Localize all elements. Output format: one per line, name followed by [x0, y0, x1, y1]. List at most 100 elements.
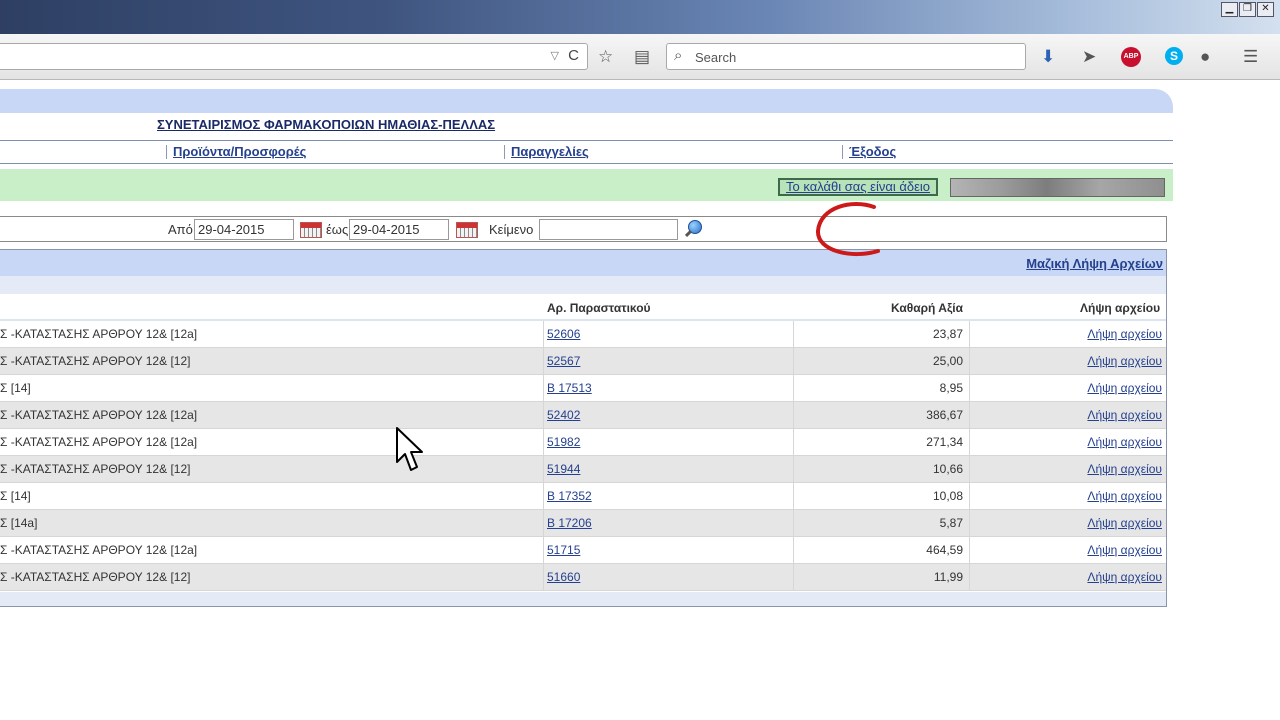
search-icon: ⌕ [674, 47, 683, 64]
calendar-icon[interactable] [456, 222, 478, 238]
doc-number-link[interactable]: 51715 [547, 543, 580, 557]
table-row: Σ [14] Β 17352 10,08 Λήψη αρχείου [0, 483, 1166, 510]
cell-divider [969, 402, 970, 429]
search-placeholder: Search [695, 50, 737, 65]
download-file-link[interactable]: Λήψη αρχείου [1087, 489, 1162, 503]
table-row: Σ [14] Β 17513 8,95 Λήψη αρχείου [0, 375, 1166, 402]
download-file-link[interactable]: Λήψη αρχείου [1087, 435, 1162, 449]
header-band [0, 89, 1173, 113]
table-row: Σ -ΚΑΤΑΣΤΑΣΗΣ ΑΡΘΡΟΥ 12& [12] 51660 11,9… [0, 564, 1166, 591]
download-file-link[interactable]: Λήψη αρχείου [1087, 354, 1162, 368]
download-file-link[interactable]: Λήψη αρχείου [1087, 516, 1162, 530]
net-value: 8,95 [939, 381, 963, 395]
download-file-link[interactable]: Λήψη αρχείου [1087, 570, 1162, 584]
net-value: 5,87 [939, 516, 963, 530]
cart-button[interactable]: Το καλάθι σας είναι άδειο [778, 178, 939, 196]
calendar-icon[interactable] [300, 222, 322, 238]
cell-divider [969, 375, 970, 402]
url-bar[interactable]: ▽ C [0, 43, 588, 70]
doc-number-link[interactable]: 52567 [547, 354, 580, 368]
minimize-button[interactable]: ▁ [1221, 2, 1238, 17]
net-value: 271,34 [926, 435, 963, 449]
text-search-input[interactable] [539, 219, 678, 240]
close-button[interactable]: ✕ [1257, 2, 1274, 17]
row-description: Σ [14] [0, 489, 31, 503]
doc-number-link[interactable]: Β 17513 [547, 381, 592, 395]
doc-number-link[interactable]: 51944 [547, 462, 580, 476]
mass-download-link[interactable]: Μαζική Λήψη Αρχείων [1026, 256, 1163, 271]
cell-divider [543, 510, 544, 537]
cell-divider [543, 429, 544, 456]
from-label: Από [168, 222, 193, 237]
cell-divider [543, 456, 544, 483]
search-go-icon[interactable] [684, 220, 703, 238]
window-controls: ▁ ❐ ✕ [1221, 2, 1274, 17]
net-value: 386,67 [926, 408, 963, 422]
doc-number-link[interactable]: 52402 [547, 408, 580, 422]
star-icon[interactable]: ☆ [598, 47, 613, 67]
row-description: Σ -ΚΑΤΑΣΤΑΣΗΣ ΑΡΘΡΟΥ 12& [12a] [0, 327, 198, 341]
doc-number-link[interactable]: Β 17352 [547, 489, 592, 503]
url-history-dropdown-icon[interactable]: ▽ [551, 49, 559, 62]
mouse-cursor-icon [396, 427, 423, 471]
cell-divider [969, 456, 970, 483]
row-description: Σ -ΚΑΤΑΣΤΑΣΗΣ ΑΡΘΡΟΥ 12& [12] [0, 462, 191, 476]
adblock-icon[interactable]: ABP [1121, 47, 1141, 67]
cell-divider [969, 510, 970, 537]
download-file-link[interactable]: Λήψη αρχείου [1087, 381, 1162, 395]
doc-number-link[interactable]: 51982 [547, 435, 580, 449]
skype-icon[interactable]: S [1165, 47, 1183, 65]
menu-products[interactable]: Προϊόντα/Προσφορές [173, 144, 306, 159]
menu-icon[interactable]: ☰ [1243, 47, 1258, 67]
org-title[interactable]: ΣΥΝΕΤΑΙΡΙΣΜΟΣ ΦΑΡΜΑΚΟΠΟΙΩΝ ΗΜΑΘΙΑΣ-ΠΕΛΛΑ… [157, 117, 495, 132]
row-description: Σ -ΚΑΤΑΣΤΑΣΗΣ ΑΡΘΡΟΥ 12& [12] [0, 354, 191, 368]
table-subheader [0, 276, 1166, 294]
cart-bar: Το καλάθι σας είναι άδειο [0, 169, 1173, 201]
cell-divider [969, 537, 970, 564]
cell-divider [969, 429, 970, 456]
row-description: Σ -ΚΑΤΑΣΤΑΣΗΣ ΑΡΘΡΟΥ 12& [12a] [0, 543, 198, 557]
download-file-link[interactable]: Λήψη αρχείου [1087, 543, 1162, 557]
from-date-input[interactable] [194, 219, 294, 240]
cell-divider [793, 321, 794, 348]
menu-separator [504, 145, 505, 159]
table-footer [0, 592, 1166, 606]
cell-divider [543, 564, 544, 591]
cell-divider [793, 510, 794, 537]
download-icon[interactable]: ⬇ [1041, 47, 1055, 67]
cell-divider [969, 483, 970, 510]
chat-icon[interactable]: ● [1200, 47, 1210, 67]
net-value: 464,59 [926, 543, 963, 557]
restore-button[interactable]: ❐ [1239, 2, 1256, 17]
documents-table: Μαζική Λήψη Αρχείων Αρ. Παραστατικού Καθ… [0, 249, 1167, 607]
table-row: Σ -ΚΑΤΑΣΤΑΣΗΣ ΑΡΘΡΟΥ 12& [12a] 51715 464… [0, 537, 1166, 564]
cell-divider [543, 375, 544, 402]
menu-logout[interactable]: Έξοδος [849, 144, 896, 159]
row-description: Σ [14a] [0, 516, 38, 530]
cell-divider [969, 321, 970, 348]
cell-divider [543, 348, 544, 375]
doc-number-link[interactable]: 51660 [547, 570, 580, 584]
window-titlebar: ▁ ❐ ✕ [0, 0, 1280, 34]
download-file-link[interactable]: Λήψη αρχείου [1087, 408, 1162, 422]
row-description: Σ -ΚΑΤΑΣΤΑΣΗΣ ΑΡΘΡΟΥ 12& [12] [0, 570, 191, 584]
download-file-link[interactable]: Λήψη αρχείου [1087, 327, 1162, 341]
net-value: 23,87 [932, 327, 963, 341]
net-value: 11,99 [933, 570, 963, 584]
download-file-link[interactable]: Λήψη αρχείου [1087, 462, 1162, 476]
reload-icon[interactable]: C [568, 47, 579, 64]
cell-divider [793, 456, 794, 483]
reader-icon[interactable]: ▤ [634, 47, 650, 67]
to-label: έως [326, 222, 349, 237]
doc-number-link[interactable]: Β 17206 [547, 516, 592, 530]
row-description: Σ [14] [0, 381, 31, 395]
cell-divider [793, 483, 794, 510]
doc-number-link[interactable]: 52606 [547, 327, 580, 341]
send-icon[interactable]: ➤ [1082, 47, 1096, 67]
to-date-input[interactable] [349, 219, 449, 240]
menu-orders[interactable]: Παραγγελίες [511, 144, 589, 159]
cell-divider [793, 564, 794, 591]
search-input[interactable]: ⌕ Search [666, 43, 1026, 70]
table-row: Σ -ΚΑΤΑΣΤΑΣΗΣ ΑΡΘΡΟΥ 12& [12a] 52402 386… [0, 402, 1166, 429]
web-page: ΣΥΝΕΤΑΙΡΙΣΜΟΣ ΦΑΡΜΑΚΟΠΟΙΩΝ ΗΜΑΘΙΑΣ-ΠΕΛΛΑ… [0, 81, 1280, 720]
